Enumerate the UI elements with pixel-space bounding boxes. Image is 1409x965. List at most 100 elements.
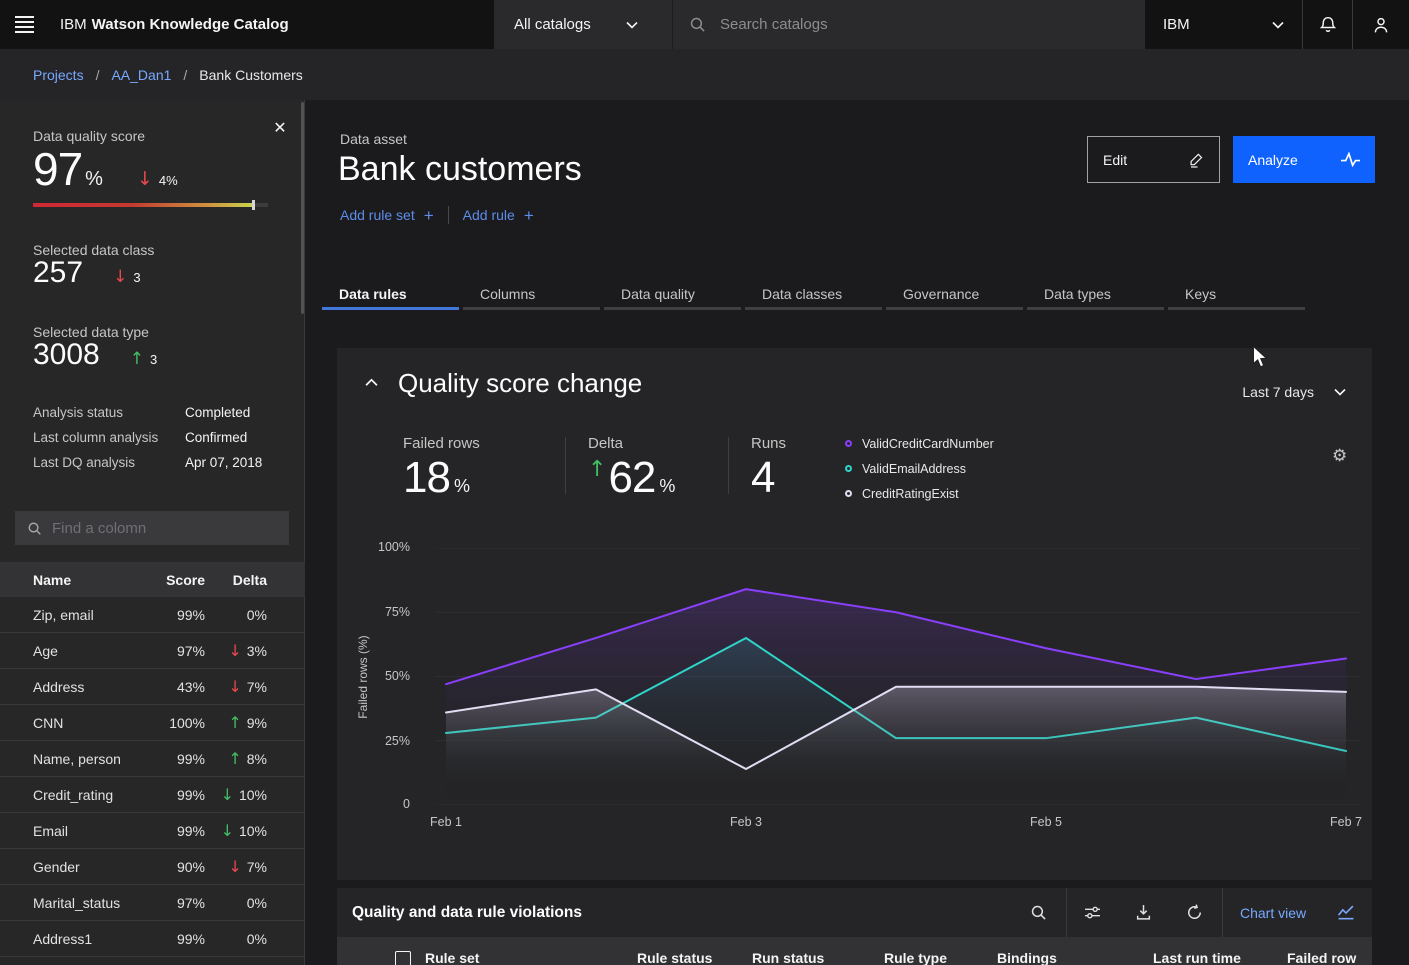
column-delta: 0% — [205, 931, 267, 947]
violations-table-header: Rule setRule statusRun statusRule typeBi… — [337, 937, 1372, 965]
sidebar-scrollbar[interactable] — [301, 102, 304, 314]
divider — [728, 437, 729, 494]
data-class-value: 257 ↓ 3 — [33, 256, 141, 290]
column-row[interactable]: Gender90%↓7% — [0, 849, 305, 885]
column-row[interactable]: Credit_rating99%↓10% — [0, 777, 305, 813]
down-arrow-icon: ↓ — [221, 823, 234, 839]
collapse-chevron-up-icon[interactable] — [365, 378, 378, 387]
app-window: IBM Watson Knowledge Catalog All catalog… — [0, 0, 1409, 965]
asset-tabs: Data rulesColumnsData qualityData classe… — [322, 280, 1309, 310]
column-row[interactable]: Address199%0% — [0, 921, 305, 957]
line-chart-icon[interactable] — [1337, 904, 1355, 921]
breadcrumb-separator: / — [96, 67, 100, 83]
legend-item[interactable]: CreditRatingExist — [845, 481, 994, 506]
search-icon[interactable] — [1030, 904, 1047, 921]
divider — [565, 437, 566, 494]
column-delta: ↓7% — [205, 679, 267, 695]
violations-column-header: Rule type — [884, 950, 947, 965]
up-arrow-icon: ↑ — [130, 349, 144, 369]
add-rule-link[interactable]: Add rule + — [463, 207, 534, 224]
reset-icon[interactable] — [1186, 904, 1203, 921]
find-column-search[interactable] — [15, 511, 289, 545]
analysis-meta-row: Analysis statusCompleted — [0, 400, 305, 425]
quality-score-value: 97 % ↓ 4% — [33, 142, 178, 196]
tab-governance[interactable]: Governance — [886, 280, 1023, 310]
column-row[interactable]: Name, person99%↑8% — [0, 741, 305, 777]
legend-item[interactable]: ValidEmailAddress — [845, 456, 994, 481]
add-rule-set-link[interactable]: Add rule set + — [340, 207, 434, 224]
down-arrow-icon: ↓ — [221, 787, 234, 803]
gear-icon[interactable]: ⚙ — [1332, 447, 1347, 464]
download-icon[interactable] — [1135, 904, 1152, 921]
legend-dot-icon — [845, 490, 852, 497]
chart-panel-title: Quality score change — [398, 368, 642, 399]
gauge-marker — [252, 200, 255, 210]
y-tick-label: 50% — [370, 669, 410, 683]
violations-column-header: Bindings — [997, 950, 1057, 965]
column-row[interactable]: Marital_status97%0% — [0, 885, 305, 921]
column-delta: ↑9% — [205, 715, 267, 731]
legend-dot-icon — [845, 465, 852, 472]
x-tick-label: Feb 5 — [1006, 815, 1086, 829]
analysis-meta-row: Last DQ analysisApr 07, 2018 — [0, 450, 305, 475]
tab-data-quality[interactable]: Data quality — [604, 280, 741, 310]
column-score: 90% — [127, 859, 205, 875]
time-range-selector[interactable]: Last 7 days — [1242, 384, 1346, 400]
column-row[interactable]: CNN100%↑9% — [0, 705, 305, 741]
column-score: 97% — [127, 895, 205, 911]
column-name: Age — [33, 643, 127, 659]
quality-score-change-panel: Quality score change Last 7 days Failed … — [337, 348, 1372, 880]
breadcrumb-separator: / — [183, 67, 187, 83]
columns-table-header: NameScoreDelta — [0, 562, 305, 597]
violations-column-header: Failed row (%) — [1287, 950, 1372, 965]
brand-name: Watson Knowledge Catalog — [92, 16, 289, 33]
chevron-down-icon — [1272, 21, 1284, 29]
columns-score-table: NameScoreDelta Zip, email99%0%Age97%↓3%A… — [0, 562, 305, 957]
menu-icon[interactable] — [0, 0, 49, 49]
close-icon[interactable]: ✕ — [270, 118, 290, 138]
search-input[interactable] — [720, 16, 1100, 33]
analysis-meta: Analysis statusCompletedLast column anal… — [0, 400, 305, 475]
breadcrumb-item[interactable]: AA_Dan1 — [111, 67, 171, 83]
column-row[interactable]: Age97%↓3% — [0, 633, 305, 669]
column-score: 99% — [127, 751, 205, 767]
tab-keys[interactable]: Keys — [1168, 280, 1305, 310]
app-title: IBM Watson Knowledge Catalog — [60, 0, 289, 49]
down-arrow-icon: ↓ — [228, 859, 241, 875]
filter-adjust-icon[interactable] — [1084, 904, 1101, 921]
select-all-checkbox[interactable] — [395, 951, 411, 965]
profile-button[interactable] — [1352, 0, 1409, 49]
account-selector[interactable]: IBM — [1145, 0, 1302, 49]
tab-data-types[interactable]: Data types — [1027, 280, 1164, 310]
catalog-selector[interactable]: All catalogs — [494, 0, 672, 49]
column-delta: ↓10% — [205, 787, 267, 803]
failed-rows-stat: Failed rows 18 % — [403, 435, 543, 501]
column-header: Name — [33, 572, 127, 588]
chart-view-toggle[interactable]: Chart view — [1240, 888, 1306, 937]
user-icon — [1372, 16, 1390, 34]
chevron-down-icon — [1334, 388, 1346, 396]
delta-stat: Delta ↑ 62 % — [588, 435, 706, 501]
violations-column-header: Last run time — [1153, 950, 1241, 965]
breadcrumb: Projects/AA_Dan1/Bank Customers — [0, 49, 1409, 100]
column-score: 99% — [127, 787, 205, 803]
tab-data-classes[interactable]: Data classes — [745, 280, 882, 310]
column-row[interactable]: Email99%↓10% — [0, 813, 305, 849]
tab-columns[interactable]: Columns — [463, 280, 600, 310]
find-column-input[interactable] — [52, 520, 272, 537]
violations-panel-title: Quality and data rule violations — [352, 888, 582, 937]
notifications-button[interactable] — [1302, 0, 1352, 49]
column-row[interactable]: Zip, email99%0% — [0, 597, 305, 633]
data-type-delta: ↑ 3 — [130, 349, 157, 369]
analyze-button[interactable]: Analyze — [1233, 136, 1375, 183]
edit-button[interactable]: Edit — [1087, 136, 1220, 183]
tab-data-rules[interactable]: Data rules — [322, 280, 459, 310]
search-icon — [27, 521, 42, 536]
violations-column-header: Run status — [752, 950, 824, 965]
legend-item[interactable]: ValidCreditCardNumber — [845, 431, 994, 456]
breadcrumb-item[interactable]: Projects — [33, 67, 84, 83]
global-search[interactable] — [672, 0, 1145, 49]
column-row[interactable]: Address43%↓7% — [0, 669, 305, 705]
legend-dot-icon — [845, 440, 852, 447]
x-tick-label: Feb 3 — [706, 815, 786, 829]
